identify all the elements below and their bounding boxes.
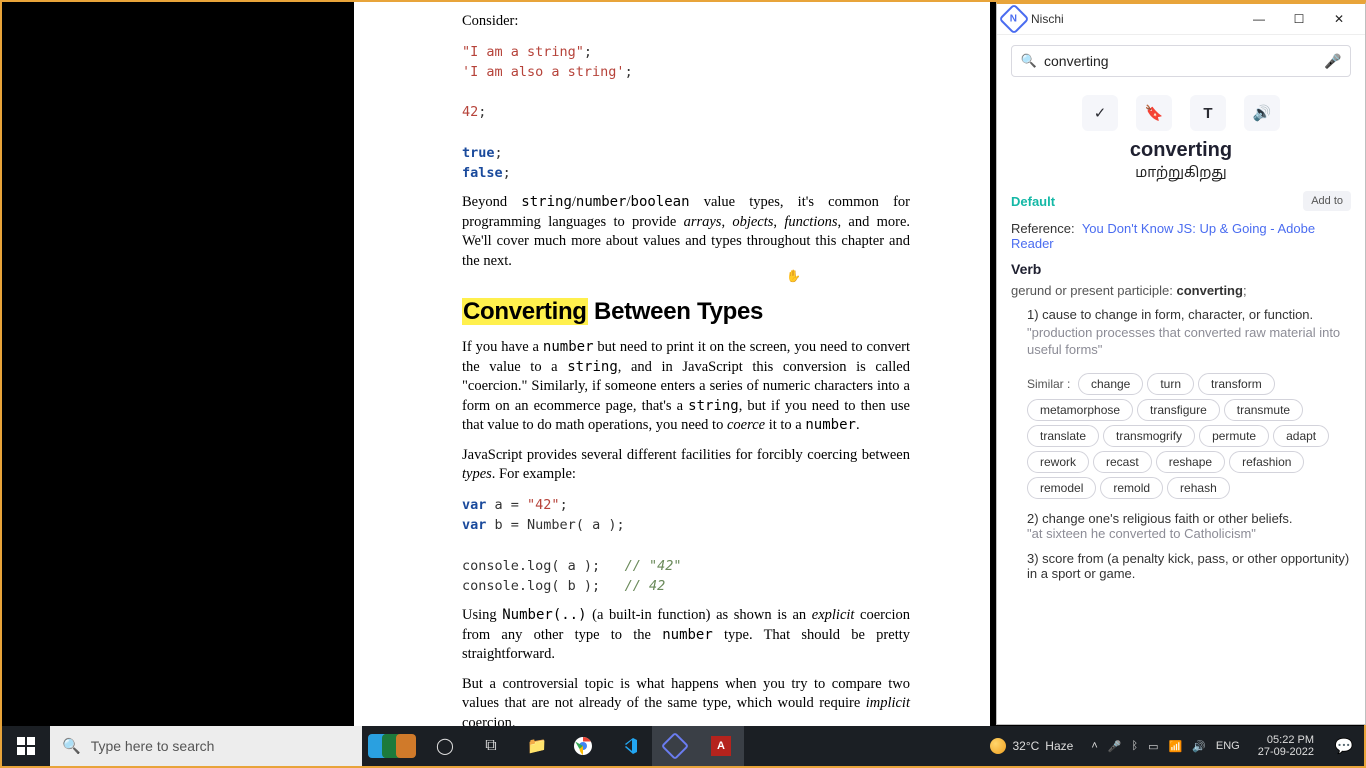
titlebar[interactable]: N Nischi — ☐ ✕ (997, 4, 1365, 35)
wifi-icon[interactable]: 📶 (1168, 740, 1182, 753)
app-title: Nischi (1031, 12, 1239, 26)
similar-chip[interactable]: recast (1093, 451, 1152, 473)
paragraph: Consider: (462, 12, 910, 32)
minimize-button[interactable]: — (1239, 5, 1279, 33)
notifications-icon[interactable]: 💬 (1324, 737, 1364, 755)
grammar-note: gerund or present participle: converting… (1011, 283, 1351, 298)
similar-chip[interactable]: refashion (1229, 451, 1304, 473)
part-of-speech: Verb (1011, 261, 1351, 277)
search-placeholder: Type here to search (91, 738, 215, 754)
similar-chip[interactable]: transmute (1224, 399, 1303, 421)
section-heading: Converting Between Types (462, 296, 910, 328)
similar-chip[interactable]: turn (1147, 373, 1194, 395)
highlighted-text: Converting (462, 298, 588, 325)
system-tray: 32°C Haze ˄ 🎤 ᛒ ▭ 📶 🔊 ENG 05:22 PM 27-09… (980, 726, 1364, 766)
search-icon: 🔍 (62, 737, 81, 755)
code-block: "I am a string"; 'I am also a string'; 4… (462, 42, 910, 184)
paragraph: Using Number(..) (a built-in function) a… (462, 606, 910, 665)
similar-label: Similar : (1027, 377, 1070, 391)
code-block: var a = "42"; var b = Number( a ); conso… (462, 495, 910, 596)
similar-chip[interactable]: reshape (1156, 451, 1225, 473)
clock-time: 05:22 PM (1267, 734, 1314, 746)
taskbar-search[interactable]: 🔍 Type here to search (50, 726, 362, 766)
clock[interactable]: 05:22 PM 27-09-2022 (1248, 734, 1324, 758)
reference-label: Reference: (1011, 221, 1075, 236)
start-button[interactable] (2, 726, 50, 766)
search-icon: 🔍 (1020, 53, 1038, 69)
clock-date: 27-09-2022 (1258, 746, 1314, 758)
battery-icon[interactable]: ▭ (1148, 740, 1158, 753)
definition-1: 1) cause to change in form, character, o… (1011, 306, 1351, 359)
list-selector[interactable]: Default (1011, 194, 1055, 209)
nischi-panel: N Nischi — ☐ ✕ 🔍 🎤 ✓ 🔖 T 🔊 converting மா… (996, 2, 1366, 725)
language-indicator[interactable]: ENG (1216, 740, 1240, 752)
vscode-icon[interactable] (606, 726, 652, 766)
mic-tray-icon[interactable]: 🎤 (1108, 740, 1122, 753)
audio-button[interactable]: 🔊 (1244, 95, 1280, 131)
mic-icon[interactable]: 🎤 (1324, 53, 1342, 70)
similar-chip[interactable]: rework (1027, 451, 1089, 473)
nischi-taskbar-icon[interactable] (652, 726, 698, 766)
taskview-icon[interactable]: ⧉ (468, 726, 514, 766)
paragraph: Beyond string/number/boolean value types… (462, 193, 910, 271)
definition-3: 3) score from (a penalty kick, pass, or … (1011, 551, 1351, 581)
cortana-icon[interactable]: ◯ (422, 726, 468, 766)
paragraph: If you have a number but need to print i… (462, 338, 910, 436)
add-to-button[interactable]: Add to (1303, 191, 1351, 211)
similar-chip[interactable]: permute (1199, 425, 1269, 447)
weather-widget[interactable]: 32°C Haze (980, 738, 1083, 754)
similar-chip[interactable]: transfigure (1137, 399, 1220, 421)
left-gutter (2, 2, 354, 728)
weather-cond: Haze (1045, 739, 1073, 753)
paragraph: JavaScript provides several different fa… (462, 446, 910, 485)
action-row: ✓ 🔖 T 🔊 (997, 95, 1365, 131)
chrome-icon[interactable] (560, 726, 606, 766)
app-logo-icon: N (998, 3, 1029, 34)
weather-icon (990, 738, 1006, 754)
maximize-button[interactable]: ☐ (1279, 5, 1319, 33)
text-mode-button[interactable]: T (1190, 95, 1226, 131)
taskbar-apps: ◯ ⧉ 📁 A (422, 726, 744, 766)
search-input[interactable] (1038, 52, 1324, 70)
similar-chip[interactable]: transform (1198, 373, 1275, 395)
similar-words: Similar : changeturntransform metamorphos… (1011, 369, 1351, 499)
similar-chip[interactable]: rehash (1167, 477, 1230, 499)
similar-chip[interactable]: remold (1100, 477, 1163, 499)
headword: converting (997, 139, 1365, 162)
adobe-reader-icon[interactable]: A (698, 726, 744, 766)
paragraph: But a controversial topic is what happen… (462, 675, 910, 728)
similar-chip[interactable]: metamorphose (1027, 399, 1133, 421)
definition-2: 2) change one's religious faith or other… (1011, 511, 1351, 541)
hand-cursor-icon: ✋ (786, 269, 801, 283)
mark-known-button[interactable]: ✓ (1082, 95, 1118, 131)
similar-chip[interactable]: transmogrify (1103, 425, 1195, 447)
taskbar: 🔍 Type here to search ◯ ⧉ 📁 A 32°C Haze … (2, 726, 1364, 766)
volume-icon[interactable]: 🔊 (1192, 740, 1206, 753)
similar-chip[interactable]: adapt (1273, 425, 1329, 447)
similar-chip[interactable]: change (1078, 373, 1143, 395)
similar-chip[interactable]: remodel (1027, 477, 1096, 499)
similar-chip[interactable]: translate (1027, 425, 1099, 447)
bookmark-button[interactable]: 🔖 (1136, 95, 1172, 131)
explorer-icon[interactable]: 📁 (514, 726, 560, 766)
chevron-up-icon[interactable]: ˄ (1091, 740, 1097, 752)
bluetooth-icon[interactable]: ᛒ (1131, 740, 1138, 752)
windows-icon (17, 737, 35, 755)
transliteration: மாற்றுகிறது (997, 166, 1365, 183)
weather-temp: 32°C (1012, 739, 1039, 753)
definition-body: Reference: You Don't Know JS: Up & Going… (997, 211, 1365, 585)
document-page[interactable]: Consider: "I am a string"; 'I am also a … (354, 2, 990, 728)
close-button[interactable]: ✕ (1319, 5, 1359, 33)
news-widget[interactable] (362, 734, 422, 758)
search-box[interactable]: 🔍 🎤 (1011, 45, 1351, 77)
